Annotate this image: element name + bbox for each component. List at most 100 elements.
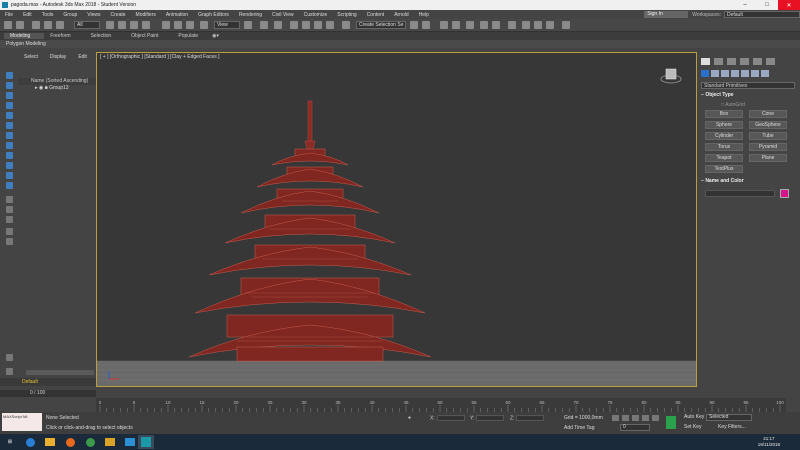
scene-explorer-toggle-icon[interactable] [440, 21, 448, 29]
rendered-frame-window-icon[interactable] [534, 21, 542, 29]
object-type-rollout[interactable]: − Object Type [701, 92, 795, 99]
menu-views[interactable]: Views [82, 12, 105, 18]
explorer-select-menu[interactable]: Select [18, 54, 44, 60]
z-coordinate[interactable]: Z: [510, 415, 545, 421]
x-field[interactable] [436, 415, 465, 421]
spinner-snap-icon[interactable] [326, 21, 334, 29]
ribbon-toggle-icon[interactable] [466, 21, 474, 29]
menu-rendering[interactable]: Rendering [234, 12, 267, 18]
layer-icon[interactable] [6, 368, 13, 375]
name-color-rollout[interactable]: − Name and Color [701, 178, 795, 185]
y-field[interactable] [476, 415, 505, 421]
x-coordinate[interactable]: X: [430, 415, 465, 421]
geometry-category-icon[interactable] [701, 70, 709, 77]
object-color-swatch[interactable] [780, 189, 789, 198]
filter-xrefs-icon[interactable] [6, 142, 13, 149]
tab-modeling[interactable]: Modeling [4, 33, 45, 39]
hierarchy-tab-icon[interactable] [727, 58, 736, 65]
reference-coord-select[interactable]: View [214, 21, 240, 29]
timeline[interactable]: 0 5 10 15 20 25 30 35 40 45 50 55 60 65 70 75 80 85 90 95 10… [96, 398, 786, 412]
tab-populate[interactable]: Populate [172, 33, 212, 39]
modify-tab-icon[interactable] [714, 58, 723, 65]
menu-tools[interactable]: Tools [37, 12, 59, 18]
menu-content[interactable]: Content [362, 12, 390, 18]
firefox-icon[interactable] [62, 435, 78, 449]
display-tab-icon[interactable] [753, 58, 762, 65]
close-icon[interactable]: ✕ [778, 0, 800, 10]
set-key-icon[interactable] [666, 416, 676, 429]
menu-edit[interactable]: Edit [18, 12, 37, 18]
filter-bones-icon[interactable] [6, 152, 13, 159]
pyramid-button[interactable]: Pyramid [749, 143, 787, 151]
primitive-type-select[interactable]: Standard Primitives [701, 82, 795, 89]
box-button[interactable]: Box [705, 110, 743, 118]
display-none-icon[interactable] [6, 206, 13, 213]
angle-snap-icon[interactable] [302, 21, 310, 29]
workspace-select[interactable]: Default [724, 11, 800, 18]
photos-icon[interactable] [122, 435, 138, 449]
find-icon[interactable] [6, 228, 13, 235]
goto-end-icon[interactable] [652, 415, 659, 421]
cone-button[interactable]: Cone [749, 110, 787, 118]
menu-civil-view[interactable]: Civil View [267, 12, 299, 18]
auto-key-button[interactable]: Auto Key [682, 414, 706, 421]
expand-icon[interactable]: ▸ [35, 85, 38, 91]
mirror-icon[interactable] [410, 21, 418, 29]
menu-create[interactable]: Create [106, 12, 131, 18]
folder-icon[interactable] [102, 435, 118, 449]
menu-arnold[interactable]: Arnold [389, 12, 413, 18]
menu-animation[interactable]: Animation [161, 12, 193, 18]
explorer-scrollbar[interactable] [26, 370, 94, 375]
material-editor-icon[interactable] [508, 21, 516, 29]
ie-icon[interactable] [22, 435, 38, 449]
tab-freeform[interactable]: Freeform [44, 33, 84, 39]
cylinder-button[interactable]: Cylinder [705, 132, 743, 140]
keyboard-shortcut-icon[interactable] [274, 21, 282, 29]
rotate-icon[interactable] [174, 21, 182, 29]
minimize-icon[interactable]: – [734, 0, 756, 10]
explorer-row-group13[interactable]: ▸ ◉ ■ Group13 [18, 85, 96, 92]
maxscript-listener[interactable]: MAXScript Mi: [2, 413, 42, 431]
current-frame-field[interactable]: 0 [620, 424, 650, 431]
menu-modifiers[interactable]: Modifiers [131, 12, 161, 18]
window-crossing-icon[interactable] [142, 21, 150, 29]
filter-groups-icon[interactable] [6, 132, 13, 139]
align-icon[interactable] [422, 21, 430, 29]
invert-display-icon[interactable] [6, 216, 13, 223]
schematic-view-icon[interactable] [492, 21, 500, 29]
chrome-icon[interactable] [82, 435, 98, 449]
place-icon[interactable] [200, 21, 208, 29]
snaps-toggle-icon[interactable] [290, 21, 298, 29]
undo-icon[interactable] [4, 21, 12, 29]
explorer-display-menu[interactable]: Display [44, 54, 72, 60]
filter-geometry-icon[interactable] [6, 72, 13, 79]
utilities-tab-icon[interactable] [766, 58, 775, 65]
tab-object-paint[interactable]: Object Paint [125, 33, 172, 39]
select-object-icon[interactable] [106, 21, 114, 29]
visibility-icon[interactable]: ◉ [39, 85, 43, 91]
selection-filter-select[interactable]: All [74, 21, 100, 29]
filter-hidden-icon[interactable] [6, 182, 13, 189]
filter-containers-icon[interactable] [6, 162, 13, 169]
set-key-button[interactable]: Set Key [682, 424, 704, 431]
menu-help[interactable]: Help [414, 12, 434, 18]
spacewarps-category-icon[interactable] [751, 70, 759, 77]
unlink-icon[interactable] [44, 21, 52, 29]
teapot-button[interactable]: Teapot [705, 154, 743, 162]
ribbon-options-icon[interactable]: ◉▾ [212, 33, 219, 39]
move-icon[interactable] [162, 21, 170, 29]
goto-start-icon[interactable] [612, 415, 619, 421]
pivot-center-icon[interactable] [244, 21, 252, 29]
lock-selection-icon[interactable]: ● [408, 415, 411, 421]
ribbon-panel-label[interactable]: Polygon Modeling [0, 40, 800, 48]
link-icon[interactable] [32, 21, 40, 29]
z-field[interactable] [516, 415, 545, 421]
filter-lights-icon[interactable] [6, 92, 13, 99]
filter-cameras-icon[interactable] [6, 102, 13, 109]
select-by-name-icon[interactable] [118, 21, 126, 29]
layer-manager-icon[interactable] [6, 354, 13, 361]
viewport-orthographic[interactable] [96, 52, 697, 387]
textplus-button[interactable]: TextPlus [705, 165, 743, 173]
a360-icon[interactable] [562, 21, 570, 29]
explorer-edit-menu[interactable]: Edit [72, 54, 93, 60]
